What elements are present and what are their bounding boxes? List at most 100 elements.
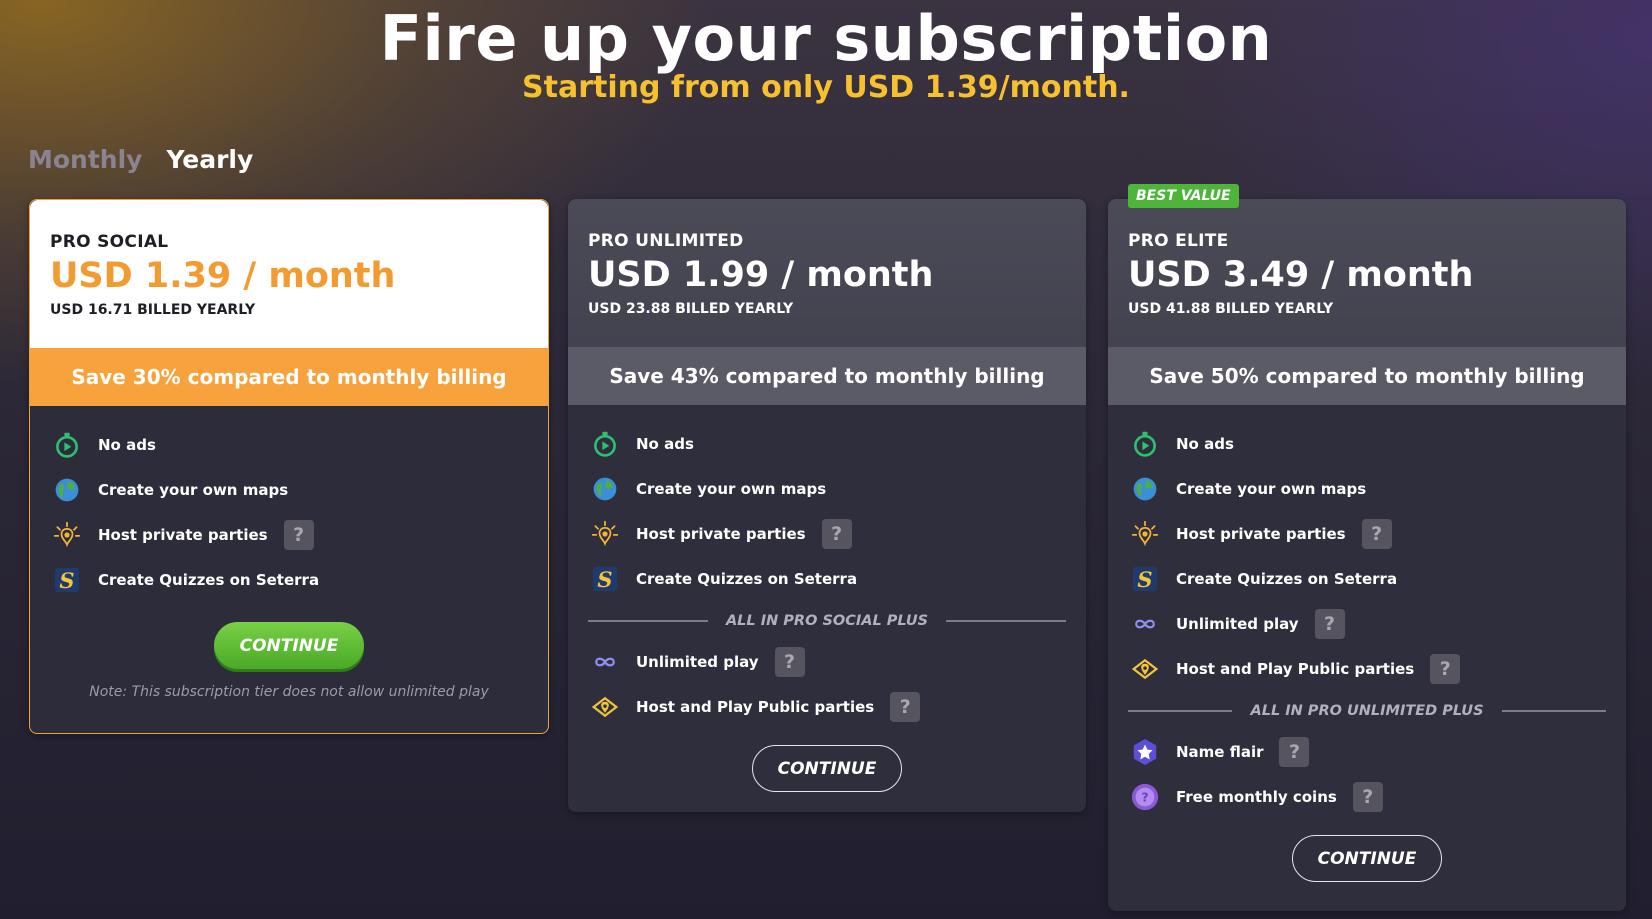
feature-item: Create your own maps (1128, 466, 1606, 511)
page-subtitle: Starting from only USD 1.39/month. (522, 70, 1130, 105)
feature-item: No ads (588, 421, 1066, 466)
help-button[interactable]: ? (890, 691, 921, 722)
plan-card-pro-elite: BEST VALUE PRO ELITE USD 3.49 / month US… (1108, 184, 1626, 911)
feature-label: Host and Play Public parties (1176, 659, 1415, 678)
help-button[interactable]: ? (1314, 608, 1345, 639)
feature-item: Host private parties ? (50, 512, 528, 557)
help-button[interactable]: ? (821, 518, 852, 549)
feature-label: Create Quizzes on Seterra (636, 569, 858, 588)
plan-header: PRO SOCIAL USD 1.39 / month USD 16.71 BI… (30, 200, 548, 348)
stopwatch-icon (50, 428, 84, 462)
feature-item: Host and Play Public parties ? (588, 684, 1066, 729)
party-light-icon (50, 518, 84, 552)
feature-label: Unlimited play (636, 652, 759, 671)
stopwatch-icon (1128, 427, 1162, 461)
feature-list: No ads Create your own maps Host private… (30, 406, 548, 602)
continue-button[interactable]: CONTINUE (752, 745, 902, 792)
plan-price: USD 1.39 / month (50, 256, 396, 296)
party-light-icon (588, 517, 622, 551)
feature-item: Name flair ? (1128, 729, 1606, 774)
seterra-icon (588, 562, 622, 596)
feature-item: Create Quizzes on Seterra (1128, 556, 1606, 601)
public-party-icon (588, 690, 622, 724)
continue-button[interactable]: CONTINUE (1292, 835, 1442, 882)
plan-billed-yearly: USD 41.88 BILLED YEARLY (1128, 300, 1334, 317)
plan-header: PRO UNLIMITED USD 1.99 / month USD 23.88… (568, 199, 1086, 347)
plan-savings-banner: Save 50% compared to monthly billing (1108, 347, 1626, 405)
plan-header: PRO ELITE USD 3.49 / month USD 41.88 BIL… (1108, 199, 1626, 347)
help-button[interactable]: ? (283, 519, 314, 550)
feature-label: No ads (636, 434, 694, 453)
plan-note: Note: This subscription tier does not al… (89, 684, 489, 700)
plan-price: USD 1.99 / month (588, 255, 934, 295)
feature-label: Create Quizzes on Seterra (1176, 569, 1398, 588)
globe-icon (1128, 472, 1162, 506)
plan-savings-banner: Save 43% compared to monthly billing (568, 347, 1086, 405)
feature-list: No ads Create your own maps Host private… (568, 405, 1086, 729)
divider-label: ALL IN PRO SOCIAL PLUS (725, 613, 929, 629)
continue-button[interactable]: CONTINUE (214, 622, 364, 669)
plan-price: USD 3.49 / month (1128, 255, 1474, 295)
party-light-icon (1128, 517, 1162, 551)
help-button[interactable]: ? (1430, 653, 1461, 684)
divider-line (1128, 710, 1233, 712)
globe-icon (50, 473, 84, 507)
tab-yearly[interactable]: Yearly (166, 145, 253, 174)
infinity-icon (1128, 607, 1162, 641)
feature-item: No ads (50, 422, 528, 467)
plan-card-pro-unlimited: PRO UNLIMITED USD 1.99 / month USD 23.88… (568, 199, 1086, 812)
coin-icon (1128, 780, 1162, 814)
feature-label: Create your own maps (636, 479, 827, 498)
help-button[interactable]: ? (1352, 781, 1383, 812)
plan-billed-yearly: USD 16.71 BILLED YEARLY (50, 301, 256, 318)
feature-label: Create Quizzes on Seterra (98, 570, 320, 589)
page-title: Fire up your subscription (379, 2, 1273, 75)
help-button[interactable]: ? (774, 646, 805, 677)
globe-icon (588, 472, 622, 506)
feature-item: Create Quizzes on Seterra (50, 557, 528, 602)
feature-item: Host private parties ? (1128, 511, 1606, 556)
feature-label: Free monthly coins (1176, 787, 1337, 806)
feature-item: Free monthly coins ? (1128, 774, 1606, 819)
feature-item: Unlimited play ? (588, 639, 1066, 684)
section-divider: ALL IN PRO UNLIMITED PLUS (1128, 693, 1607, 729)
feature-item: Create your own maps (50, 467, 528, 512)
billing-period-tabs: Monthly Yearly (28, 145, 253, 174)
section-divider: ALL IN PRO SOCIAL PLUS (588, 603, 1067, 639)
feature-label: Host private parties (1176, 524, 1346, 543)
feature-item: No ads (1128, 421, 1606, 466)
plan-billed-yearly: USD 23.88 BILLED YEARLY (588, 300, 794, 317)
seterra-icon (1128, 562, 1162, 596)
feature-label: Create your own maps (98, 480, 289, 499)
feature-label: Unlimited play (1176, 614, 1299, 633)
help-button[interactable]: ? (1279, 736, 1310, 767)
divider-label: ALL IN PRO UNLIMITED PLUS (1250, 703, 1484, 719)
feature-label: Create your own maps (1176, 479, 1367, 498)
plan-tier-name: PRO SOCIAL (50, 232, 169, 252)
tab-monthly[interactable]: Monthly (28, 145, 142, 174)
plan-card-pro-social: PRO SOCIAL USD 1.39 / month USD 16.71 BI… (29, 199, 549, 734)
feature-label: Host private parties (98, 525, 268, 544)
feature-label: No ads (98, 435, 156, 454)
divider-line (946, 620, 1067, 622)
feature-label: No ads (1176, 434, 1234, 453)
plan-savings-banner: Save 30% compared to monthly billing (30, 348, 548, 406)
feature-item: Host and Play Public parties ? (1128, 646, 1606, 691)
seterra-icon (50, 563, 84, 597)
feature-item: Host private parties ? (588, 511, 1066, 556)
infinity-icon (588, 645, 622, 679)
feature-label: Name flair (1176, 742, 1264, 761)
feature-item: Create your own maps (588, 466, 1066, 511)
plan-tier-name: PRO UNLIMITED (588, 231, 744, 251)
divider-line (1501, 710, 1607, 712)
stopwatch-icon (588, 427, 622, 461)
feature-label: Host private parties (636, 524, 806, 543)
feature-item: Unlimited play ? (1128, 601, 1606, 646)
feature-item: Create Quizzes on Seterra (588, 556, 1066, 601)
feature-list: No ads Create your own maps Host private… (1108, 405, 1626, 819)
divider-line (588, 620, 708, 622)
help-button[interactable]: ? (1361, 518, 1392, 549)
best-value-badge: BEST VALUE (1128, 184, 1239, 208)
public-party-icon (1128, 652, 1162, 686)
star-badge-icon (1128, 735, 1162, 769)
